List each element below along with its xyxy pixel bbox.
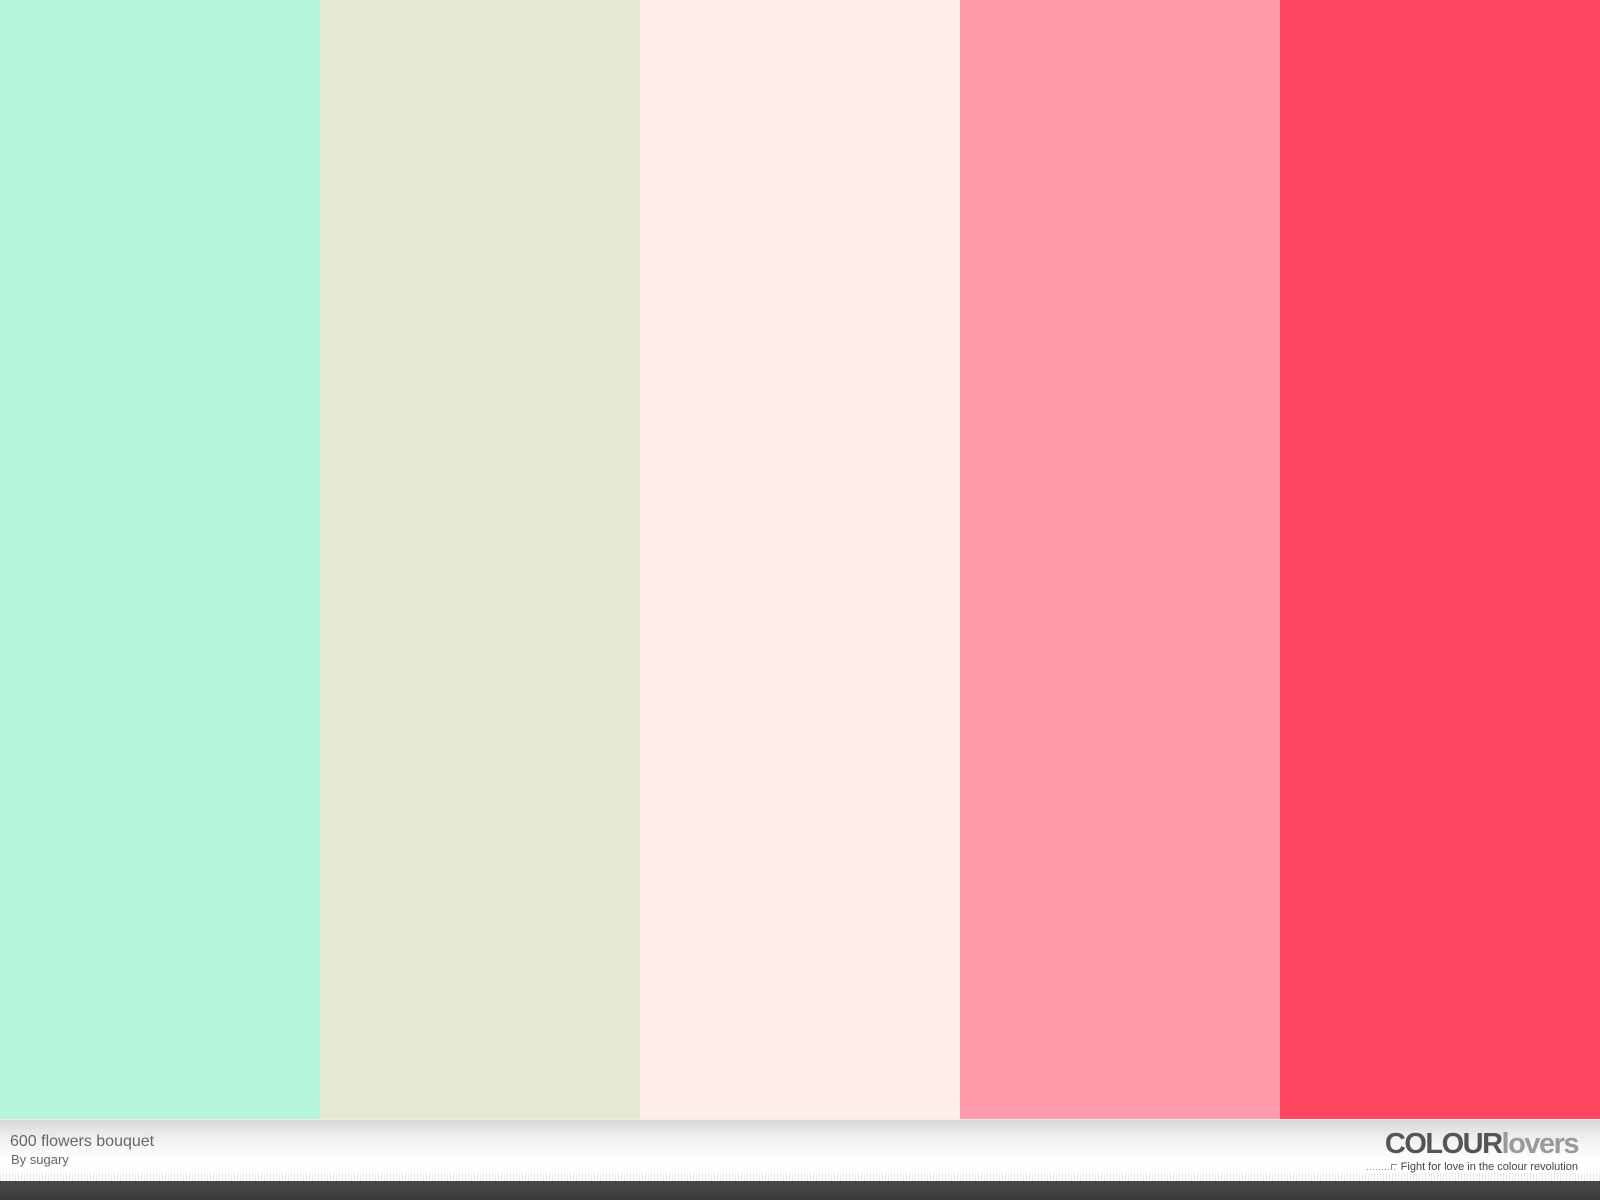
color-swatch-5[interactable] <box>1280 0 1600 1119</box>
color-swatch-3[interactable] <box>640 0 960 1119</box>
palette-page: 600 flowers bouquet By sugary COLOURlove… <box>0 0 1600 1200</box>
footer-stripe-pattern <box>0 1173 1600 1181</box>
palette-title: 600 flowers bouquet <box>10 1133 155 1150</box>
brand-tagline: Fight for love in the colour revolution <box>1366 1161 1578 1173</box>
color-palette <box>0 0 1600 1119</box>
color-swatch-2[interactable] <box>320 0 640 1119</box>
bottom-bar <box>0 1181 1600 1200</box>
palette-footer: 600 flowers bouquet By sugary COLOURlove… <box>0 1119 1600 1181</box>
palette-author[interactable]: By sugary <box>11 1152 69 1167</box>
brand-logo[interactable]: COLOURlovers <box>1384 1128 1580 1160</box>
colourlovers-brand[interactable]: COLOURlovers Fight for love in the colou… <box>1358 1128 1580 1174</box>
color-swatch-4[interactable] <box>960 0 1280 1119</box>
dotted-line-icon <box>1366 1164 1397 1170</box>
brand-tagline-text: Fight for love in the colour revolution <box>1400 1161 1578 1173</box>
color-swatch-1[interactable] <box>0 0 320 1119</box>
brand-name-strong: COLOUR <box>1384 1128 1503 1160</box>
brand-name-light: lovers <box>1501 1128 1580 1160</box>
